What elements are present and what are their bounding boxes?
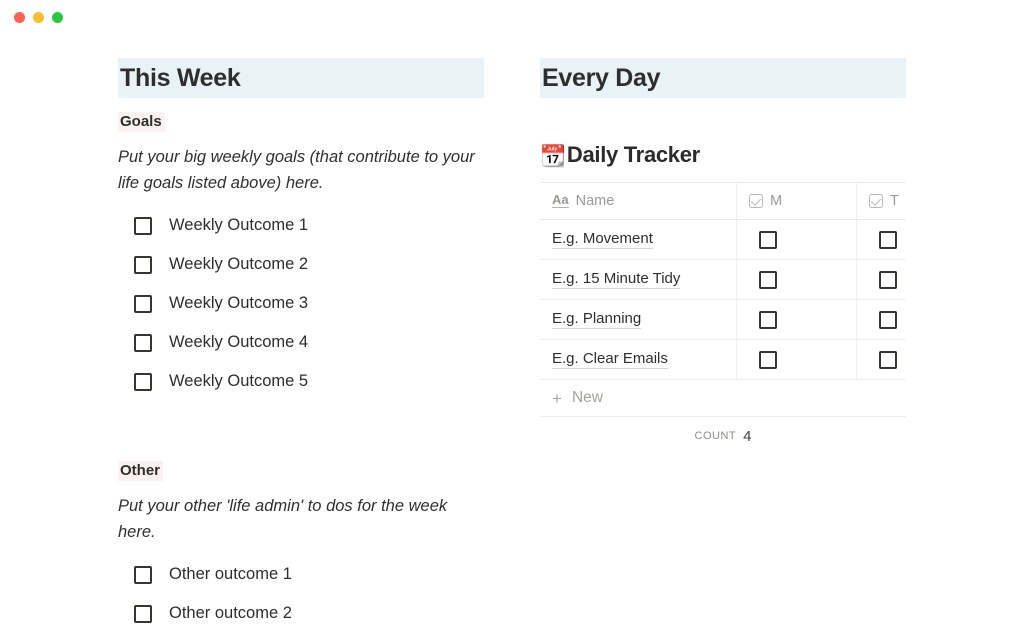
todo-label: Weekly Outcome 3 (169, 294, 309, 312)
daily-tracker-table: Aa Name M T E.g. Movement E.g. 15 Minute… (540, 182, 906, 417)
row-cell-t[interactable] (857, 300, 906, 339)
row-cell-t[interactable] (857, 260, 906, 299)
todo-item[interactable]: Weekly Outcome 3 (118, 284, 484, 323)
row-title: E.g. Movement (552, 230, 653, 249)
goals-todo-list: Weekly Outcome 1 Weekly Outcome 2 Weekly… (118, 206, 484, 401)
checkbox-icon[interactable] (134, 294, 152, 313)
checkbox-icon[interactable] (134, 565, 152, 584)
column-header-t[interactable]: T (857, 183, 906, 219)
column-header-label: M (770, 193, 783, 209)
new-row-button[interactable]: + New (540, 380, 906, 417)
todo-label: Weekly Outcome 5 (169, 372, 309, 390)
todo-item[interactable]: Weekly Outcome 1 (118, 206, 484, 245)
row-name-cell[interactable]: E.g. Planning (540, 300, 737, 339)
todo-label: Weekly Outcome 4 (169, 333, 309, 351)
window-titlebar (0, 0, 1024, 34)
goals-heading: Goals (118, 112, 165, 132)
checkbox-property-icon (749, 194, 763, 208)
checkbox-icon[interactable] (134, 372, 152, 391)
table-row[interactable]: E.g. Clear Emails (540, 340, 906, 380)
goals-description: Put your big weekly goals (that contribu… (118, 148, 475, 192)
todo-item[interactable]: Other outcome 2 (118, 594, 484, 633)
other-description: Put your other 'life admin' to dos for t… (118, 497, 448, 541)
checkbox-icon[interactable] (759, 270, 777, 289)
this-week-header: This Week (118, 58, 484, 98)
daily-tracker-title: 📆 Daily Tracker (540, 142, 906, 168)
row-cell-m[interactable] (737, 260, 857, 299)
this-week-column: This Week Goals Put your big weekly goal… (118, 58, 484, 633)
text-aa-icon: Aa (552, 192, 569, 208)
column-header-name[interactable]: Aa Name (540, 183, 737, 219)
daily-tracker-title-text: Daily Tracker (566, 142, 700, 167)
new-row-label: New (571, 389, 603, 406)
close-window-button[interactable] (14, 12, 25, 23)
checkbox-icon[interactable] (134, 216, 152, 235)
todo-item[interactable]: Weekly Outcome 5 (118, 362, 484, 401)
count-label: COUNT (694, 430, 737, 442)
checkbox-icon[interactable] (134, 604, 152, 623)
row-cell-m[interactable] (737, 220, 857, 259)
count-value: 4 (743, 427, 752, 445)
checkbox-icon[interactable] (879, 230, 897, 249)
row-title: E.g. Planning (552, 310, 642, 329)
calendar-heart-icon: 📆 (540, 144, 566, 168)
minimize-window-button[interactable] (33, 12, 44, 23)
row-cell-m[interactable] (737, 340, 857, 379)
row-name-cell[interactable]: E.g. Movement (540, 220, 737, 259)
todo-label: Other outcome 1 (169, 565, 292, 583)
plus-icon: + (552, 388, 562, 408)
other-todo-list: Other outcome 1 Other outcome 2 (118, 555, 484, 633)
other-heading: Other (118, 461, 164, 481)
checkbox-property-icon (869, 194, 883, 208)
todo-item[interactable]: Other outcome 1 (118, 555, 484, 594)
checkbox-icon[interactable] (134, 333, 152, 352)
zoom-window-button[interactable] (52, 12, 63, 23)
every-day-column: Every Day 📆 Daily Tracker Aa Name M T E.… (540, 58, 906, 455)
todo-label: Weekly Outcome 1 (169, 216, 309, 234)
window-controls (14, 12, 63, 23)
todo-label: Weekly Outcome 2 (169, 255, 309, 273)
row-name-cell[interactable]: E.g. 15 Minute Tidy (540, 260, 737, 299)
checkbox-icon[interactable] (759, 350, 777, 369)
table-row[interactable]: E.g. 15 Minute Tidy (540, 260, 906, 300)
goals-section: Goals Put your big weekly goals (that co… (118, 98, 484, 401)
row-name-cell[interactable]: E.g. Clear Emails (540, 340, 737, 379)
every-day-header: Every Day (540, 58, 906, 98)
todo-label: Other outcome 2 (169, 604, 292, 622)
checkbox-icon[interactable] (134, 255, 152, 274)
notion-page: This Week Goals Put your big weekly goal… (0, 0, 1024, 640)
column-header-label: Name (575, 193, 615, 209)
table-row[interactable]: E.g. Movement (540, 220, 906, 260)
checkbox-icon[interactable] (879, 310, 897, 329)
row-title: E.g. 15 Minute Tidy (552, 270, 681, 289)
checkbox-icon[interactable] (759, 230, 777, 249)
todo-item[interactable]: Weekly Outcome 4 (118, 323, 484, 362)
table-row[interactable]: E.g. Planning (540, 300, 906, 340)
checkbox-icon[interactable] (879, 350, 897, 369)
column-header-label: T (890, 193, 899, 209)
checkbox-icon[interactable] (879, 270, 897, 289)
row-cell-m[interactable] (737, 300, 857, 339)
todo-item[interactable]: Weekly Outcome 2 (118, 245, 484, 284)
row-title: E.g. Clear Emails (552, 350, 668, 369)
row-cell-t[interactable] (857, 340, 906, 379)
other-section: Other Put your other 'life admin' to dos… (118, 447, 484, 633)
column-header-m[interactable]: M (737, 183, 857, 219)
row-cell-t[interactable] (857, 220, 906, 259)
table-count-footer[interactable]: COUNT 4 (540, 417, 906, 455)
checkbox-icon[interactable] (759, 310, 777, 329)
table-header-row: Aa Name M T (540, 183, 906, 220)
